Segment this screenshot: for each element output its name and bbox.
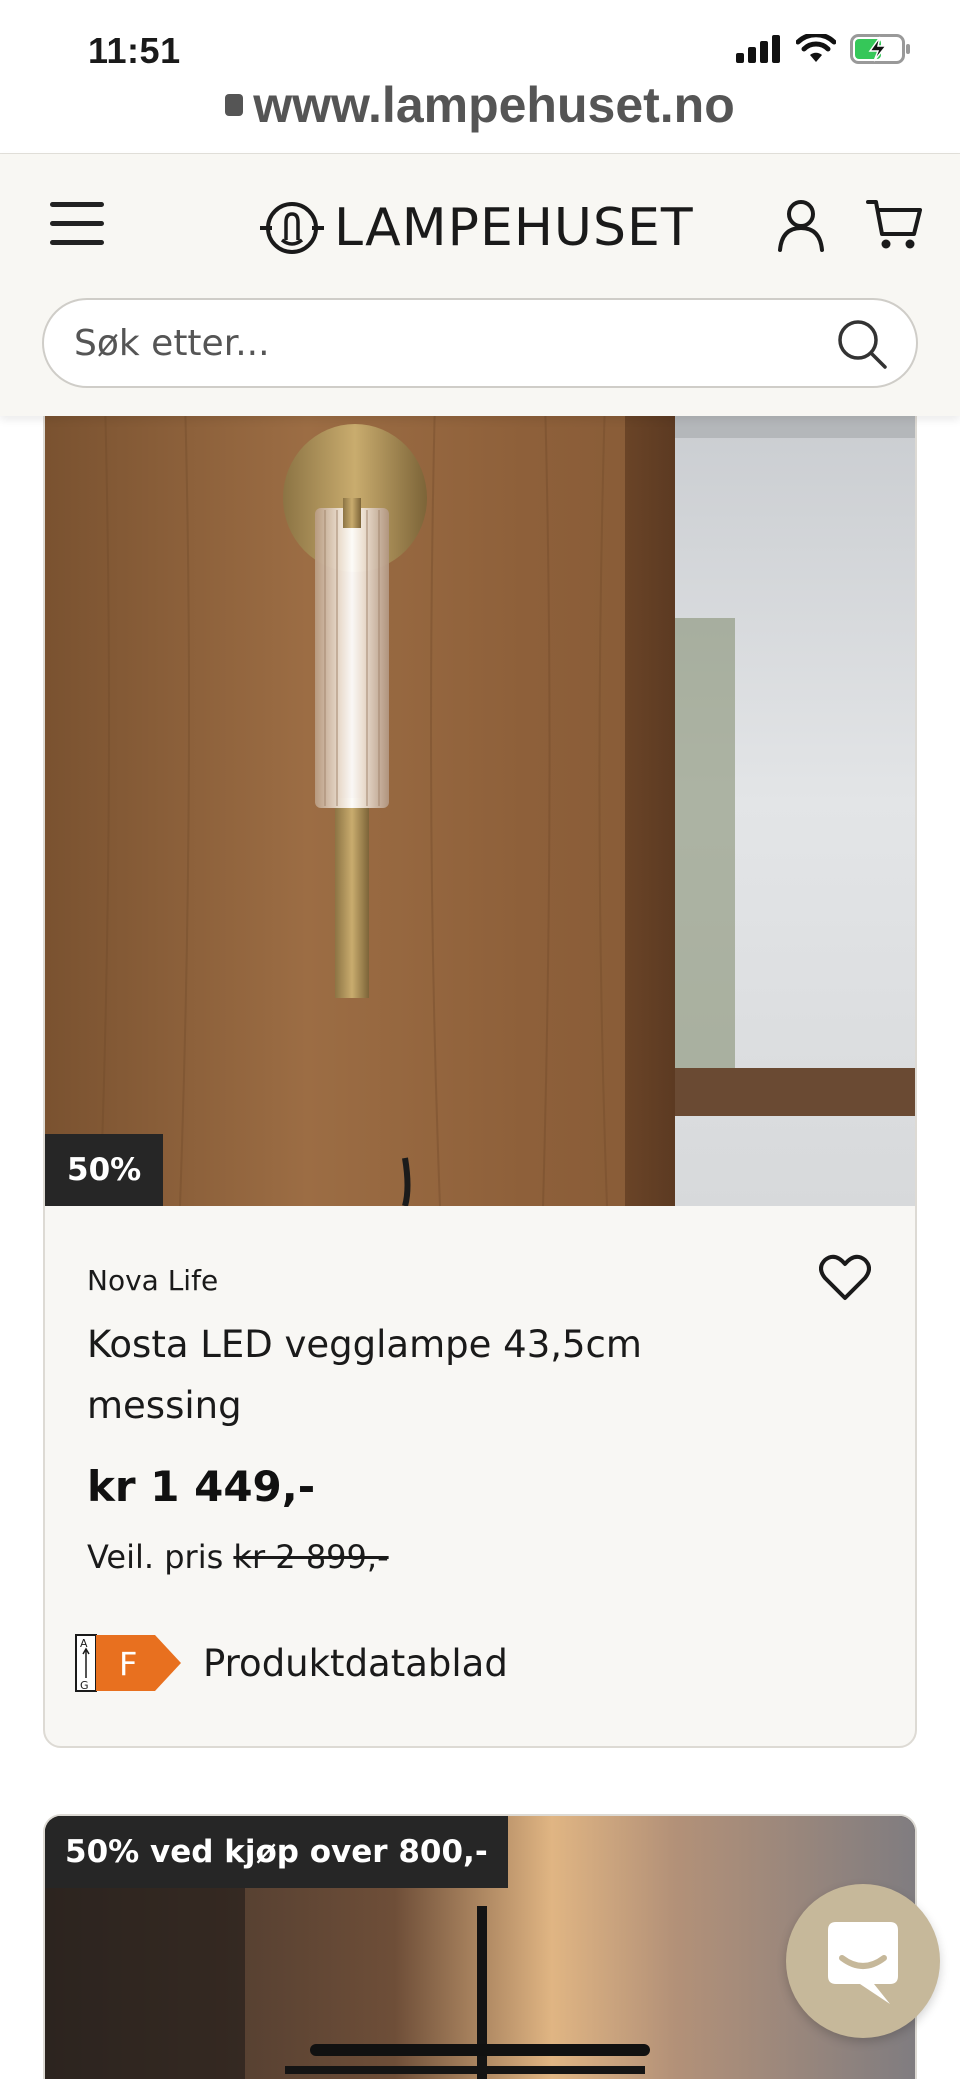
energy-class: F (119, 1645, 137, 1683)
favorite-button[interactable] (819, 1254, 871, 1302)
discount-badge: 50% (45, 1134, 164, 1206)
url-text: www.lampehuset.no (253, 82, 735, 133)
menu-icon-line (50, 202, 104, 207)
account-button[interactable] (776, 198, 826, 252)
chat-bubble-icon (828, 1922, 898, 2004)
product-title[interactable]: Kosta LED vegglampe 43,5cm messing (87, 1314, 747, 1436)
search-icon (838, 320, 887, 369)
energy-class-icon: A G F (75, 1634, 181, 1692)
menu-icon-line (50, 240, 104, 245)
cellular-signal-icon (736, 35, 780, 63)
user-icon (778, 200, 824, 252)
status-icons (736, 34, 912, 64)
cart-button[interactable] (866, 198, 922, 252)
regular-price: Veil. pris kr 2 899,- (87, 1538, 389, 1576)
site-header: LAMPEHUSET (0, 154, 960, 416)
cart-icon (866, 200, 922, 249)
browser-url-bar[interactable]: www.lampehuset.no (0, 82, 960, 154)
product-brand: Nova Life (87, 1264, 219, 1297)
lock-icon (225, 94, 244, 116)
product-price: kr 1 449,- (87, 1462, 316, 1511)
product-card[interactable]: 50% Nova Life Kosta LED vegglampe 43,5cm… (43, 396, 917, 1748)
promo-badge: 50% ved kjøp over 800,- (45, 1816, 508, 1888)
chat-button[interactable] (786, 1884, 940, 2038)
search-button[interactable] (836, 318, 888, 370)
old-price: kr 2 899,- (233, 1538, 389, 1576)
status-time: 11:51 (88, 30, 181, 71)
search-box (42, 298, 918, 388)
site-logo[interactable]: LAMPEHUSET (258, 198, 694, 258)
logo-bulb-icon (260, 202, 324, 254)
heart-icon (819, 1254, 871, 1300)
product-image[interactable] (45, 398, 917, 1206)
menu-icon-line (50, 221, 104, 226)
energy-datasheet-label: Produktdatablad (203, 1641, 508, 1685)
search-input[interactable] (74, 300, 834, 386)
url-display: www.lampehuset.no (0, 82, 960, 134)
energy-label-link[interactable]: A G F Produktdatablad (75, 1634, 508, 1692)
energy-scale-bottom: G (80, 1679, 89, 1692)
energy-scale-top: A (80, 1637, 88, 1650)
logo-text: LAMPEHUSET (334, 198, 694, 258)
battery-charging-icon (850, 34, 910, 64)
regular-price-label: Veil. pris (87, 1538, 224, 1576)
wifi-icon (796, 34, 836, 62)
menu-button[interactable] (50, 202, 104, 246)
home-indicator (310, 2044, 650, 2056)
